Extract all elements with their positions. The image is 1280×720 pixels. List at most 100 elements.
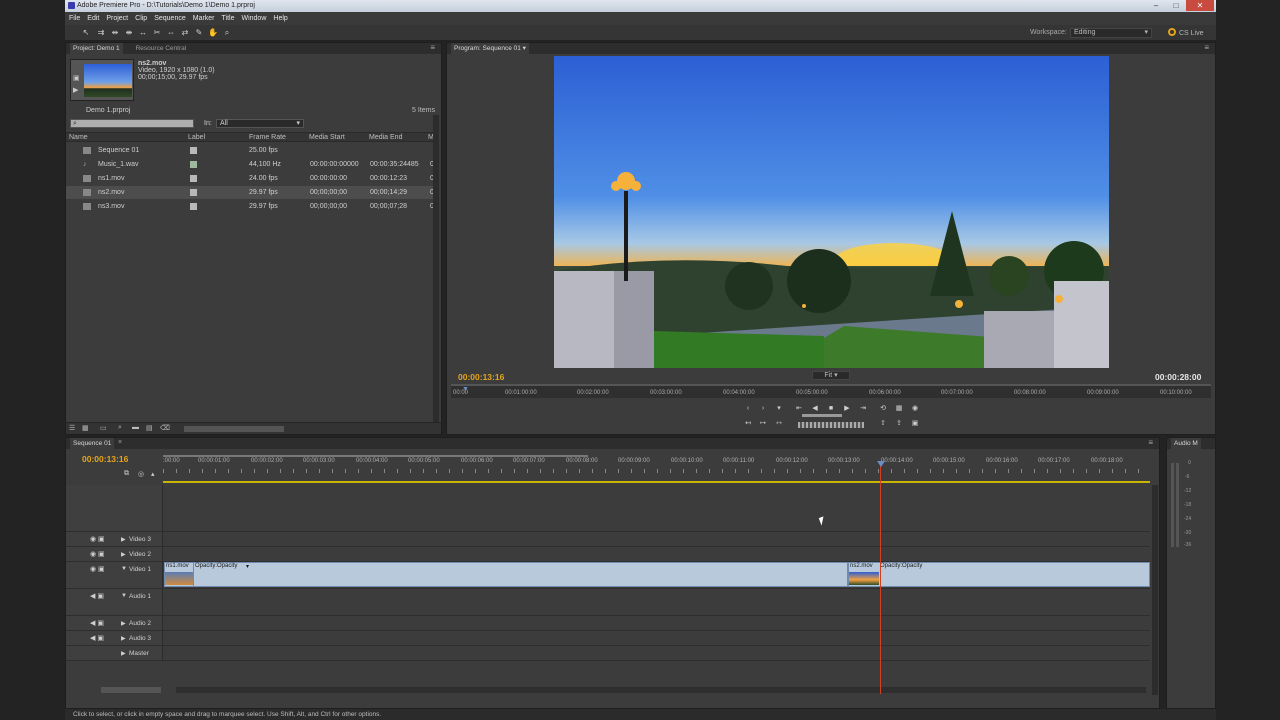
safe-margins-button[interactable]: ▦ — [894, 404, 904, 413]
slide-tool-icon[interactable]: ⇄ — [180, 28, 190, 38]
col-name[interactable]: Name — [69, 134, 88, 141]
menu-clip[interactable]: Clip — [135, 12, 147, 25]
track-audio-1[interactable]: ◀ ▣ ▼ Audio 1 — [66, 589, 1150, 616]
clip-ns1[interactable]: ns1.mov — [164, 562, 194, 587]
menu-title[interactable]: Title — [222, 12, 235, 25]
menu-window[interactable]: Window — [241, 12, 266, 25]
hand-tool-icon[interactable]: ✋ — [208, 28, 218, 38]
snap-icon[interactable]: ⧉ — [124, 470, 129, 478]
tab-program[interactable]: Program: Sequence 01 ▾ — [451, 43, 529, 54]
horizontal-scrollbar[interactable] — [184, 426, 284, 432]
speaker-icon[interactable]: ◀ ▣ — [90, 619, 104, 627]
list-view-icon[interactable]: ☰ — [69, 424, 75, 432]
go-to-next-edit-button[interactable]: ↦ — [758, 419, 768, 428]
cs-live-button[interactable]: CS Live — [1168, 28, 1214, 38]
program-time-ruler[interactable]: 00:00 00:01:00:00 00:02:00:00 00:03:00:0… — [451, 384, 1211, 398]
col-label[interactable]: Label — [188, 134, 205, 141]
expand-icon[interactable]: ▶ — [121, 551, 126, 558]
jog-control[interactable] — [798, 422, 864, 428]
slip-tool-icon[interactable]: ⇔ — [166, 28, 176, 38]
list-item[interactable]: ns3.mov 29.97 fps 00;00;00;00 00;00;07;2… — [66, 200, 436, 213]
timeline-vertical-scrollbar[interactable] — [1152, 485, 1158, 695]
program-playhead-icon[interactable]: ▼ — [462, 386, 469, 393]
tab-resource-central[interactable]: Resource Central — [133, 43, 190, 54]
track-video-1[interactable]: ◉ ▣ ▼ Video 1 ns1.mov Opacity:Opacity ▾ ns2… — [66, 562, 1150, 589]
track-zoom-slider[interactable] — [101, 687, 161, 693]
set-marker-button[interactable]: ▾ — [774, 404, 784, 413]
panel-menu-icon[interactable]: ≡ — [1148, 438, 1153, 448]
razor-tool-icon[interactable]: ✂ — [152, 28, 162, 38]
expand-icon[interactable]: ▶ — [121, 620, 126, 627]
empty-track-area[interactable] — [66, 485, 1150, 532]
collapse-icon[interactable]: ▼ — [121, 566, 127, 572]
in-select[interactable]: All ▾ — [216, 119, 304, 128]
chevron-down-icon[interactable]: ▾ — [246, 563, 249, 570]
rate-stretch-tool-icon[interactable]: ↔ — [138, 28, 148, 38]
go-to-previous-edit-button[interactable]: ↤ — [743, 419, 753, 428]
output-button[interactable]: ◉ — [910, 404, 920, 413]
stop-button[interactable]: ■ — [826, 404, 836, 413]
eye-icon[interactable]: ◉ ▣ — [90, 565, 105, 573]
rolling-edit-tool-icon[interactable]: ⇼ — [124, 28, 134, 38]
col-media-end[interactable]: Media End — [369, 134, 402, 141]
maximize-button[interactable]: □ — [1166, 0, 1186, 11]
track-video-2[interactable]: ◉ ▣ ▶ Video 2 — [66, 547, 1150, 562]
close-tab-icon[interactable]: × — [118, 439, 122, 446]
list-item[interactable]: ns2.mov 29.97 fps 00;00;00;00 00;00;14;2… — [66, 186, 436, 199]
ripple-edit-tool-icon[interactable]: ⇹ — [110, 28, 120, 38]
collapse-icon[interactable]: ▼ — [121, 593, 127, 599]
pen-tool-icon[interactable]: ✎ — [194, 28, 204, 38]
expand-icon[interactable]: ▶ — [121, 536, 126, 543]
zoom-fit-select[interactable]: Fit ▾ — [812, 371, 850, 380]
panel-menu-icon[interactable]: ≡ — [430, 43, 435, 53]
list-item[interactable]: ♪ Music_1.wav 44,100 Hz 00:00:00:00000 0… — [66, 158, 436, 171]
menu-edit[interactable]: Edit — [87, 12, 99, 25]
loop-button[interactable]: ⟲ — [878, 404, 888, 413]
new-item-icon[interactable]: ▤ — [146, 424, 153, 432]
playhead-handle[interactable] — [877, 461, 885, 467]
shuttle-control[interactable] — [802, 414, 842, 417]
track-audio-3[interactable]: ◀ ▣ ▶ Audio 3 — [66, 631, 1150, 646]
mark-in-button[interactable]: ‹ — [743, 404, 753, 413]
search-input[interactable]: ⌕ — [70, 119, 194, 128]
tab-project[interactable]: Project: Demo 1 — [70, 43, 123, 54]
new-bin-icon[interactable]: ▬ — [132, 424, 139, 431]
zoom-tool-icon[interactable]: ⌕ — [222, 28, 232, 38]
tab-sequence-01[interactable]: Sequence 01 — [70, 438, 115, 449]
speaker-icon[interactable]: ◀ ▣ — [90, 634, 104, 642]
keyframe-icon[interactable]: ◎ — [138, 470, 144, 478]
track-video-3[interactable]: ◉ ▣ ▶ Video 3 — [66, 532, 1150, 547]
tab-audio-meters[interactable]: Audio M — [1171, 438, 1201, 449]
mark-out-button[interactable]: › — [758, 404, 768, 413]
track-master[interactable]: ▶ Master — [66, 646, 1150, 661]
timeline-horizontal-scrollbar[interactable] — [176, 687, 1146, 693]
menu-marker[interactable]: Marker — [193, 12, 215, 25]
find-icon[interactable]: ⌕ — [118, 424, 122, 432]
expand-icon[interactable]: ▶ — [121, 650, 126, 657]
step-forward-button[interactable]: ▶ — [842, 404, 852, 413]
col-media-start[interactable]: Media Start — [309, 134, 345, 141]
project-vertical-scrollbar[interactable] — [433, 115, 439, 425]
list-item[interactable]: ns1.mov 24.00 fps 00:00:00:00 00:00:12:2… — [66, 172, 436, 185]
menu-help[interactable]: Help — [273, 12, 287, 25]
extract-button[interactable]: ⇪ — [894, 419, 904, 428]
step-back-button[interactable]: ◀ — [810, 404, 820, 413]
workspace-select[interactable]: Editing — [1070, 28, 1152, 38]
work-area-bar[interactable] — [163, 455, 588, 457]
timeline-time-ruler[interactable]: :00:00 00:00:01:00 00:00:02:00 00:00:03:… — [163, 455, 1150, 483]
panel-menu-icon[interactable]: ≡ — [1204, 43, 1209, 53]
close-button[interactable]: ✕ — [1186, 0, 1214, 11]
eye-icon[interactable]: ◉ ▣ — [90, 535, 105, 543]
selection-tool-icon[interactable]: ↖ — [81, 28, 91, 38]
go-to-out-button[interactable]: ⇥ — [858, 404, 868, 413]
col-frame-rate[interactable]: Frame Rate — [249, 134, 286, 141]
eye-icon[interactable]: ◉ ▣ — [90, 550, 105, 558]
clip-ns2[interactable]: ns2.mov Opacity:Opacity — [848, 562, 1150, 587]
clip-ns1-extended[interactable]: Opacity:Opacity ▾ — [194, 562, 848, 587]
automate-icon[interactable]: ▭ — [100, 424, 107, 432]
poster-frame-icon[interactable]: ▣ — [73, 74, 80, 82]
menu-file[interactable]: File — [69, 12, 80, 25]
export-frame-button[interactable]: ▣ — [910, 419, 920, 428]
play-thumbnail-icon[interactable]: ▶ — [73, 86, 78, 94]
minimize-button[interactable]: – — [1146, 0, 1166, 11]
